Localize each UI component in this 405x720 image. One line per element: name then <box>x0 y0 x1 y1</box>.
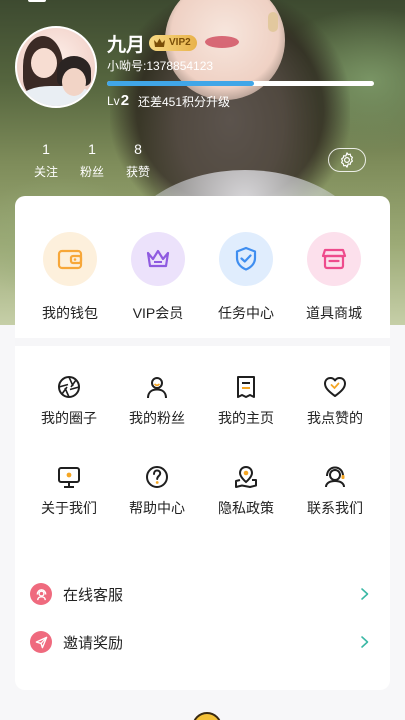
grid-item-label: 帮助中心 <box>129 500 185 516</box>
stat-likes[interactable]: 8 获赞 <box>114 141 162 180</box>
bottom-emoji-icon[interactable] <box>192 712 222 720</box>
stat-label: 关注 <box>33 165 58 179</box>
quick-action-label: VIP会员 <box>132 305 184 321</box>
chevron-right-icon <box>361 636 369 648</box>
quick-action-tasks[interactable]: 任务中心 <box>206 232 286 323</box>
grid-item-help[interactable]: 帮助中心 <box>117 464 197 518</box>
stat-value: 1 <box>42 141 50 157</box>
stat-followers[interactable]: 1 粉丝 <box>68 141 116 180</box>
grid-item-circles[interactable]: 我的圈子 <box>29 374 109 428</box>
aperture-icon <box>58 376 80 398</box>
stat-label: 获赞 <box>125 165 150 179</box>
grid-item-fans[interactable]: 我的粉丝 <box>117 374 197 428</box>
grid-item-about[interactable]: 关于我们 <box>29 464 109 518</box>
quick-action-vip[interactable]: VIP会员 <box>118 232 198 323</box>
username: 九月 <box>107 35 146 56</box>
list-item-label: 在线客服 <box>63 586 124 604</box>
monitor-icon <box>58 467 80 488</box>
store-icon <box>321 248 347 270</box>
grid-item-label: 我的粉丝 <box>129 410 185 426</box>
list-item-online-service[interactable]: 在线客服 <box>15 574 390 614</box>
grid-item-label: 联系我们 <box>307 500 363 516</box>
gear-icon <box>341 152 353 168</box>
question-icon <box>146 466 168 488</box>
list-item-label: 邀请奖励 <box>63 634 124 652</box>
user-id: 小呦号:1378854123 <box>107 59 214 73</box>
level-points-needed: 还差451积分升级 <box>138 95 231 109</box>
avatar[interactable] <box>15 26 97 108</box>
location-map-icon <box>235 465 257 488</box>
headset-icon <box>36 588 46 600</box>
settings-button[interactable] <box>328 148 366 172</box>
grid-item-contact[interactable]: 联系我们 <box>295 464 375 518</box>
level-indicator: Lv2 <box>107 92 129 109</box>
level-number: 2 <box>120 92 130 109</box>
grid-item-label: 我的主页 <box>218 410 274 426</box>
grid-item-liked[interactable]: 我点赞的 <box>295 374 375 428</box>
grid-item-privacy[interactable]: 隐私政策 <box>206 464 286 518</box>
level-prefix: Lv <box>107 94 120 108</box>
section-divider <box>15 338 390 346</box>
grid-item-label: 我点赞的 <box>307 410 363 426</box>
person-icon <box>147 377 167 399</box>
quick-action-wallet[interactable]: 我的钱包 <box>30 232 110 323</box>
crown-icon <box>154 38 165 47</box>
quick-action-store[interactable]: 道具商城 <box>294 232 374 323</box>
list-item-invite-rewards[interactable]: 邀请奖励 <box>15 622 390 662</box>
grid-item-label: 关于我们 <box>41 500 97 516</box>
menu-icon[interactable] <box>28 0 46 2</box>
quick-action-label: 道具商城 <box>306 305 362 321</box>
stat-label: 粉丝 <box>79 165 104 179</box>
headset-icon <box>325 466 345 488</box>
stat-value: 8 <box>134 141 142 157</box>
grid-item-homepage[interactable]: 我的主页 <box>206 374 286 428</box>
document-icon <box>237 376 255 398</box>
chevron-right-icon <box>361 588 369 600</box>
heart-icon <box>324 377 346 397</box>
stat-value: 1 <box>88 141 96 157</box>
quick-action-label: 任务中心 <box>218 305 274 321</box>
vip-badge-label: VIP2 <box>169 37 191 48</box>
quick-action-label: 我的钱包 <box>42 305 98 321</box>
wallet-icon <box>57 249 83 270</box>
level-progress-fill <box>107 81 254 86</box>
grid-item-label: 隐私政策 <box>218 500 274 516</box>
vip-badge[interactable]: VIP2 <box>149 35 197 51</box>
level-progress-bar <box>107 81 374 86</box>
crown-icon <box>146 249 170 268</box>
send-icon <box>35 636 47 648</box>
grid-item-label: 我的圈子 <box>41 410 97 426</box>
stat-following[interactable]: 1 关注 <box>22 141 70 180</box>
shield-check-icon <box>235 246 257 271</box>
